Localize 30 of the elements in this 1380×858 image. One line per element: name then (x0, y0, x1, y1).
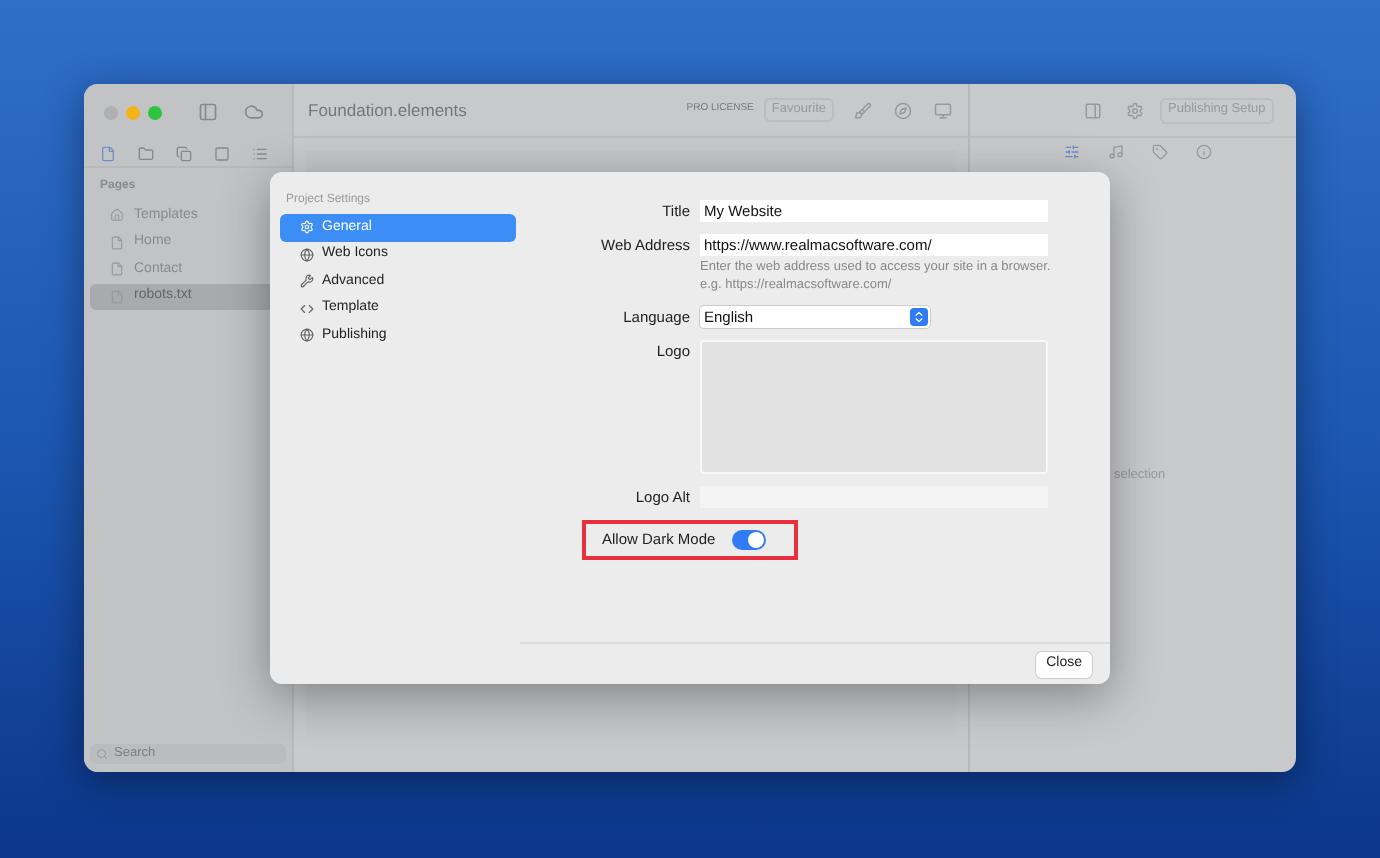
stepper-icon (910, 308, 928, 326)
globe-icon (300, 247, 314, 262)
inspector-tab-icon[interactable] (1064, 144, 1080, 160)
panel-icon[interactable] (1084, 101, 1102, 119)
inspector-tab-icon[interactable] (1108, 144, 1124, 160)
monitor-icon[interactable] (934, 101, 952, 119)
settings-icon[interactable] (1126, 101, 1144, 119)
sidebar-toggle-icon[interactable] (198, 102, 218, 122)
cloud-icon[interactable] (244, 102, 264, 122)
window-title: Foundation.elements (308, 97, 467, 123)
house-icon (110, 208, 124, 223)
compass-icon[interactable] (894, 101, 912, 119)
page-icon (110, 262, 124, 277)
toggle-switch[interactable] (731, 530, 766, 550)
globe-icon (300, 328, 314, 343)
page-icon (110, 235, 124, 250)
brush-icon[interactable] (854, 101, 872, 119)
list-icon[interactable] (252, 145, 268, 161)
inspector-tab-icon[interactable] (1196, 144, 1212, 160)
folder-icon[interactable] (138, 145, 154, 161)
gear-icon (300, 220, 314, 235)
minimize-icon[interactable] (126, 105, 140, 119)
inspector-tab-icon[interactable] (1152, 144, 1168, 160)
code-icon (300, 301, 314, 316)
search-icon (96, 748, 108, 760)
copy-icon[interactable] (176, 145, 192, 161)
zoom-icon[interactable] (148, 105, 162, 119)
wrench-icon (300, 274, 314, 289)
file-icon[interactable] (100, 145, 116, 161)
square-icon[interactable] (214, 145, 230, 161)
